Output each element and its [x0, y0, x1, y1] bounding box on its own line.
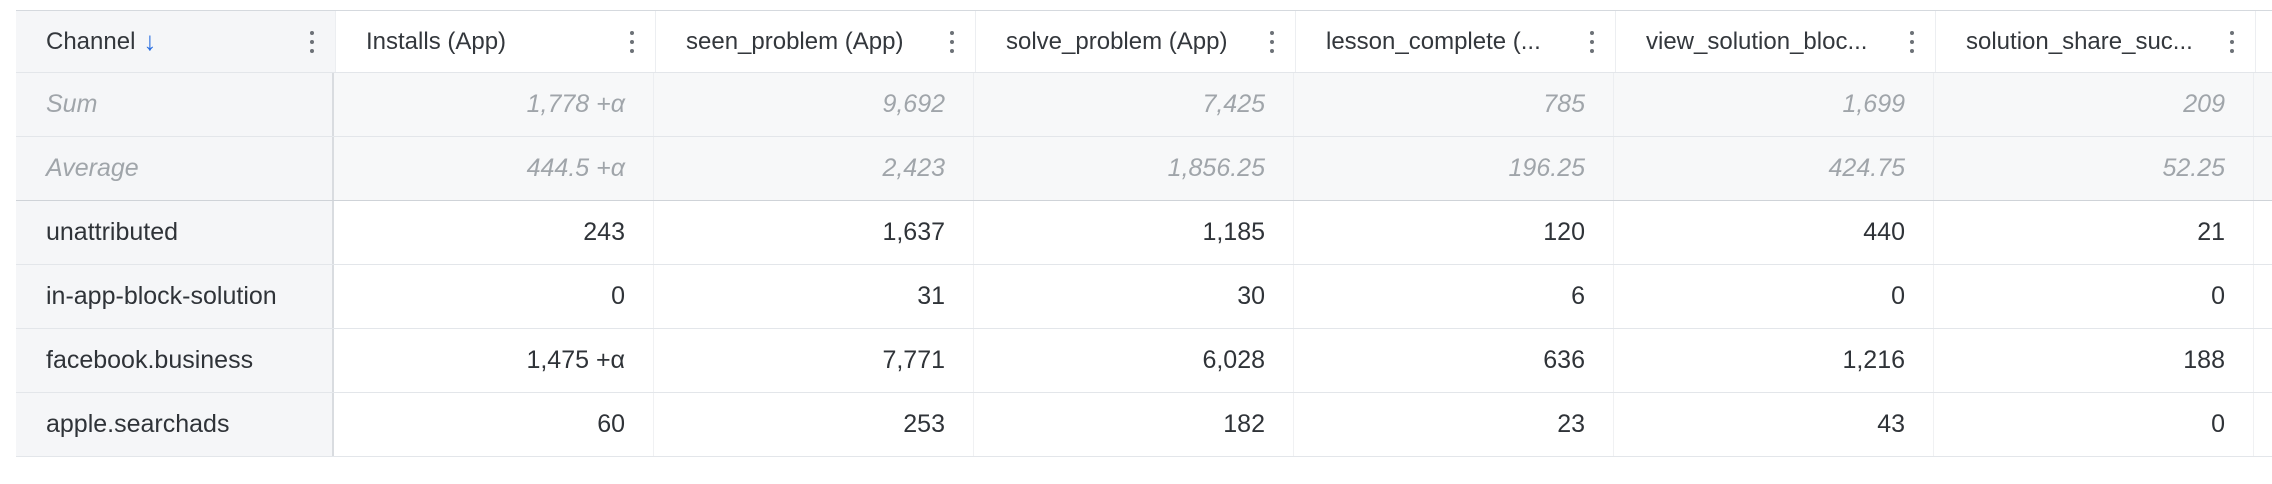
value-cell[interactable]: 188 [1934, 329, 2254, 392]
column-header-lesson-complete[interactable]: lesson_complete (... [1296, 11, 1616, 72]
column-menu-icon[interactable] [1269, 30, 1275, 53]
channel-cell[interactable]: in-app-block-solution [16, 265, 334, 328]
value-cell[interactable]: 23 [1294, 393, 1614, 456]
summary-cell: 444.5 +α [334, 137, 654, 200]
column-header-seen-problem[interactable]: seen_problem (App) [656, 11, 976, 72]
value-cell[interactable]: 30 [974, 265, 1294, 328]
summary-cell: 1,699 [1614, 73, 1934, 136]
data-table: Channel ↓ Installs (App) seen_problem (A… [16, 10, 2272, 457]
summary-row-sum: Sum 1,778 +α 9,692 7,425 785 1,699 209 [16, 73, 2272, 137]
value-cell[interactable]: 0 [334, 265, 654, 328]
value-cell[interactable]: 0 [1614, 265, 1934, 328]
value-cell[interactable]: 60 [334, 393, 654, 456]
summary-cell: 196.25 [1294, 137, 1614, 200]
value-cell[interactable]: 21 [1934, 201, 2254, 264]
channel-cell[interactable]: apple.searchads [16, 393, 334, 456]
column-header-channel[interactable]: Channel ↓ [16, 11, 336, 72]
summary-label: Average [16, 137, 334, 200]
value-cell[interactable]: 1,475 +α [334, 329, 654, 392]
value-cell[interactable]: 1,637 [654, 201, 974, 264]
value-cell[interactable]: 1,216 [1614, 329, 1934, 392]
channel-cell[interactable]: facebook.business [16, 329, 334, 392]
summary-cell: 1,778 +α [334, 73, 654, 136]
value-cell[interactable]: 0 [1934, 393, 2254, 456]
column-menu-icon[interactable] [949, 30, 955, 53]
value-cell[interactable]: 6 [1294, 265, 1614, 328]
channel-cell[interactable]: unattributed [16, 201, 334, 264]
value-cell[interactable]: 43 [1614, 393, 1934, 456]
summary-label: Sum [16, 73, 334, 136]
table-row[interactable]: in-app-block-solution 0 31 30 6 0 0 [16, 265, 2272, 329]
column-header-label: view_solution_bloc... [1646, 27, 1868, 55]
summary-cell: 52.25 [1934, 137, 2254, 200]
value-cell[interactable]: 0 [1934, 265, 2254, 328]
summary-cell: 7,425 [974, 73, 1294, 136]
summary-cell: 785 [1294, 73, 1614, 136]
column-menu-icon[interactable] [1589, 30, 1595, 53]
value-cell[interactable]: 6,028 [974, 329, 1294, 392]
value-cell[interactable]: 243 [334, 201, 654, 264]
summary-cell: 424.75 [1614, 137, 1934, 200]
summary-row-average: Average 444.5 +α 2,423 1,856.25 196.25 4… [16, 137, 2272, 201]
value-cell[interactable]: 253 [654, 393, 974, 456]
column-menu-icon[interactable] [1909, 30, 1915, 53]
sort-descending-icon[interactable]: ↓ [143, 26, 156, 57]
summary-cell: 1,856.25 [974, 137, 1294, 200]
value-cell[interactable]: 7,771 [654, 329, 974, 392]
column-menu-icon[interactable] [309, 30, 315, 53]
table-row[interactable]: facebook.business 1,475 +α 7,771 6,028 6… [16, 329, 2272, 393]
column-header-solution-share[interactable]: solution_share_suc... [1936, 11, 2256, 72]
column-menu-icon[interactable] [629, 30, 635, 53]
column-header-label: solution_share_suc... [1966, 27, 2193, 55]
table-row[interactable]: unattributed 243 1,637 1,185 120 440 21 [16, 201, 2272, 265]
value-cell[interactable]: 31 [654, 265, 974, 328]
column-header-label: seen_problem (App) [686, 27, 904, 55]
column-header-label: solve_problem (App) [1006, 27, 1228, 55]
column-header-label: Channel [46, 27, 136, 55]
column-header-label: lesson_complete (... [1326, 27, 1541, 55]
summary-cell: 209 [1934, 73, 2254, 136]
column-header-installs[interactable]: Installs (App) [336, 11, 656, 72]
summary-cell: 9,692 [654, 73, 974, 136]
value-cell[interactable]: 440 [1614, 201, 1934, 264]
value-cell[interactable]: 182 [974, 393, 1294, 456]
table-row[interactable]: apple.searchads 60 253 182 23 43 0 [16, 393, 2272, 457]
value-cell[interactable]: 120 [1294, 201, 1614, 264]
value-cell[interactable]: 1,185 [974, 201, 1294, 264]
table-header-row: Channel ↓ Installs (App) seen_problem (A… [16, 11, 2272, 73]
summary-cell: 2,423 [654, 137, 974, 200]
column-header-view-solution[interactable]: view_solution_bloc... [1616, 11, 1936, 72]
column-header-label: Installs (App) [366, 27, 507, 55]
column-header-solve-problem[interactable]: solve_problem (App) [976, 11, 1296, 72]
value-cell[interactable]: 636 [1294, 329, 1614, 392]
column-menu-icon[interactable] [2229, 30, 2235, 53]
